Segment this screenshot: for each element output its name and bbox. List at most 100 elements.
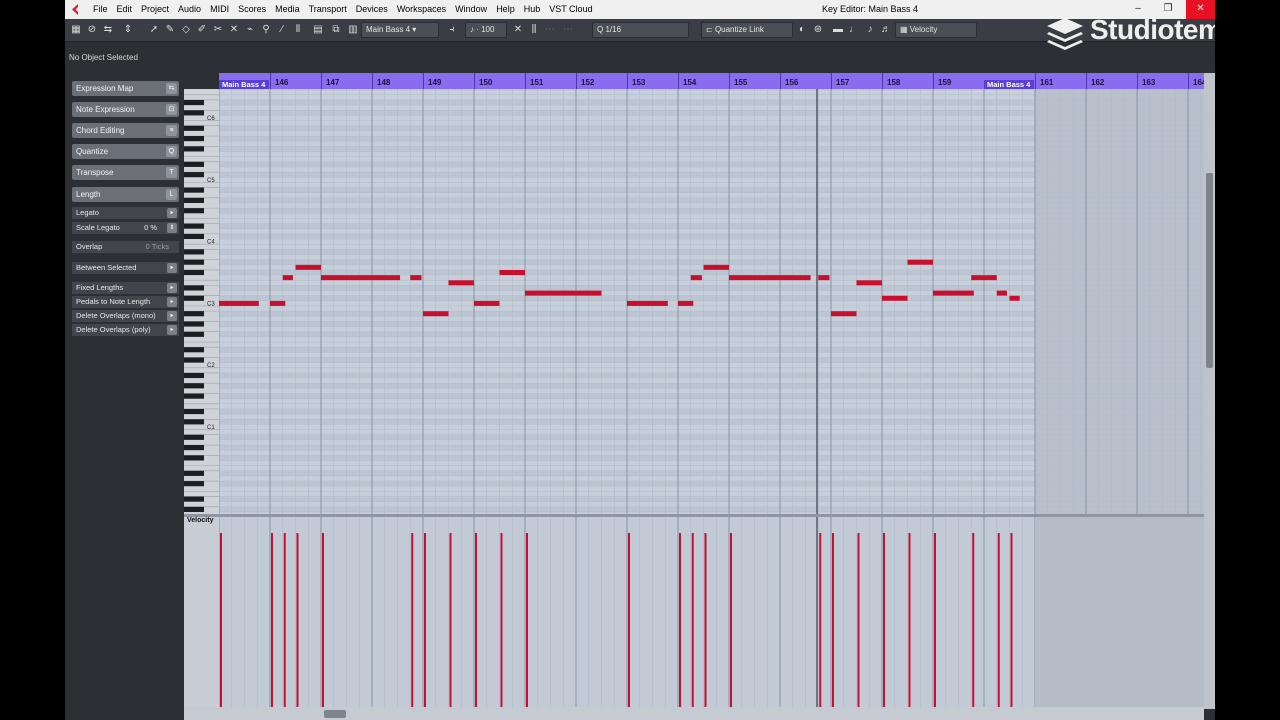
- note-expression-icon[interactable]: ⊡: [166, 104, 177, 115]
- velocity-lane-header[interactable]: Velocity: [184, 517, 219, 707]
- chord-track-icon[interactable]: ⊛: [811, 23, 825, 37]
- function-fixed-lengths[interactable]: Fixed Lengths ▸: [72, 282, 179, 294]
- velocity-bar[interactable]: [819, 533, 822, 707]
- black-key[interactable]: [184, 434, 204, 440]
- midi-note[interactable]: [423, 311, 449, 317]
- menu-item-vst-cloud[interactable]: VST Cloud: [549, 4, 592, 14]
- black-key[interactable]: [184, 372, 204, 379]
- black-key[interactable]: [184, 311, 204, 317]
- draw-tool-icon[interactable]: ✎: [163, 23, 177, 37]
- piano-keyboard[interactable]: C6 C5 C4 C3 C2 C1: [184, 89, 219, 514]
- velocity-bar[interactable]: [679, 533, 681, 707]
- midi-note[interactable]: [678, 300, 694, 306]
- black-key[interactable]: [184, 347, 204, 353]
- midi-note[interactable]: [882, 295, 908, 301]
- velocity-bar[interactable]: [322, 533, 324, 707]
- black-key[interactable]: [184, 481, 204, 487]
- inspector-section-expression-map[interactable]: Expression Map ⇆: [72, 81, 179, 96]
- velocity-lane[interactable]: [219, 517, 1204, 707]
- lane-parameter-select[interactable]: ▦ Velocity: [895, 22, 977, 38]
- midi-note[interactable]: [933, 290, 974, 296]
- velocity-bar[interactable]: [628, 533, 630, 707]
- black-key[interactable]: [184, 99, 204, 106]
- mute-tool-icon[interactable]: ✕: [227, 23, 241, 37]
- menu-item-project[interactable]: Project: [141, 4, 169, 14]
- midi-note[interactable]: [410, 275, 422, 281]
- piano-keys[interactable]: C6 C5 C4 C3 C2 C1: [184, 89, 219, 514]
- apply-icon[interactable]: ▸: [167, 208, 177, 218]
- midi-note[interactable]: [729, 275, 811, 281]
- value-stepper-icon[interactable]: ⇕: [167, 223, 177, 233]
- black-key[interactable]: [184, 187, 204, 193]
- menu-item-media[interactable]: Media: [275, 4, 300, 14]
- midi-note[interactable]: [996, 290, 1007, 296]
- midi-note[interactable]: [474, 300, 500, 306]
- midi-note[interactable]: [971, 275, 997, 281]
- midi-note[interactable]: [907, 259, 934, 265]
- step-input-icon[interactable]: ⫞: [445, 23, 459, 37]
- velocity-bar[interactable]: [883, 533, 885, 707]
- black-key[interactable]: [184, 455, 204, 461]
- length-icon[interactable]: L: [166, 189, 177, 200]
- function-delete-overlaps-poly[interactable]: Delete Overlaps (poly) ▸: [72, 324, 179, 336]
- velocity-bar[interactable]: [500, 533, 503, 707]
- black-key[interactable]: [184, 383, 204, 389]
- time-warp-tool-icon[interactable]: ⫴: [291, 23, 305, 37]
- bar-ruler[interactable]: 146 147 148 149 150 151 152 153 154 155 156 157 158 1…: [219, 73, 1204, 89]
- black-key[interactable]: [184, 110, 204, 116]
- black-key[interactable]: [184, 161, 204, 167]
- black-key[interactable]: [184, 408, 204, 415]
- black-key[interactable]: [184, 285, 204, 291]
- note-display[interactable]: [219, 89, 1204, 514]
- black-key[interactable]: [184, 295, 204, 301]
- velocity-bar[interactable]: [271, 533, 273, 707]
- menu-item-file[interactable]: File: [93, 4, 108, 14]
- menu-item-window[interactable]: Window: [455, 4, 487, 14]
- black-key[interactable]: [184, 197, 204, 203]
- velocity-bar[interactable]: [730, 533, 732, 707]
- inspector-section-quantize[interactable]: Quantize Q: [72, 144, 179, 159]
- horizontal-scrollbar[interactable]: [184, 707, 1204, 720]
- inspector-section-length[interactable]: Length L: [72, 187, 179, 202]
- midi-note[interactable]: [321, 275, 401, 281]
- apply-icon[interactable]: ▸: [167, 311, 177, 321]
- length-row-between-selected[interactable]: Between Selected ▸: [72, 262, 179, 274]
- quantize-preset-select[interactable]: Q 1/16: [592, 22, 689, 38]
- velocity-bar[interactable]: [1010, 533, 1013, 707]
- part-label[interactable]: Main Bass 4: [219, 80, 269, 89]
- cubase-logo-icon[interactable]: [69, 3, 82, 16]
- menu-item-workspaces[interactable]: Workspaces: [397, 4, 446, 14]
- velocity-bar[interactable]: [475, 533, 477, 707]
- black-key[interactable]: [184, 208, 204, 214]
- note-grid[interactable]: [219, 89, 1204, 514]
- midi-note[interactable]: [525, 290, 602, 296]
- black-key[interactable]: [184, 223, 204, 229]
- midi-note[interactable]: [219, 300, 259, 306]
- black-key[interactable]: [184, 496, 204, 502]
- menu-item-transport[interactable]: Transport: [309, 4, 347, 14]
- black-key[interactable]: [184, 249, 204, 255]
- black-key[interactable]: [184, 357, 204, 363]
- black-key[interactable]: [184, 470, 204, 476]
- velocity-bar[interactable]: [857, 533, 860, 707]
- part-label[interactable]: Main Bass 4: [984, 80, 1034, 89]
- velocity-bar[interactable]: [424, 533, 426, 707]
- midi-note[interactable]: [282, 275, 293, 281]
- black-key[interactable]: [184, 172, 204, 178]
- midi-note[interactable]: [627, 300, 668, 306]
- inspector-section-note-expression[interactable]: Note Expression ⊡: [72, 102, 179, 117]
- menu-item-audio[interactable]: Audio: [178, 4, 201, 14]
- menu-item-devices[interactable]: Devices: [356, 4, 388, 14]
- black-key[interactable]: [184, 331, 204, 337]
- black-key[interactable]: [184, 269, 204, 276]
- midi-note[interactable]: [856, 280, 883, 286]
- velocity-bar[interactable]: [691, 533, 694, 707]
- note-icon[interactable]: ♩: [847, 23, 861, 37]
- velocity-bar[interactable]: [283, 533, 286, 707]
- note-display-icon[interactable]: ♬: [879, 23, 893, 37]
- expression-map-icon[interactable]: ⇆: [166, 83, 177, 94]
- velocity-bar[interactable]: [934, 533, 936, 707]
- vertical-scrollbar[interactable]: [1204, 73, 1215, 709]
- midi-note[interactable]: [703, 264, 730, 270]
- velocity-bar[interactable]: [832, 533, 834, 707]
